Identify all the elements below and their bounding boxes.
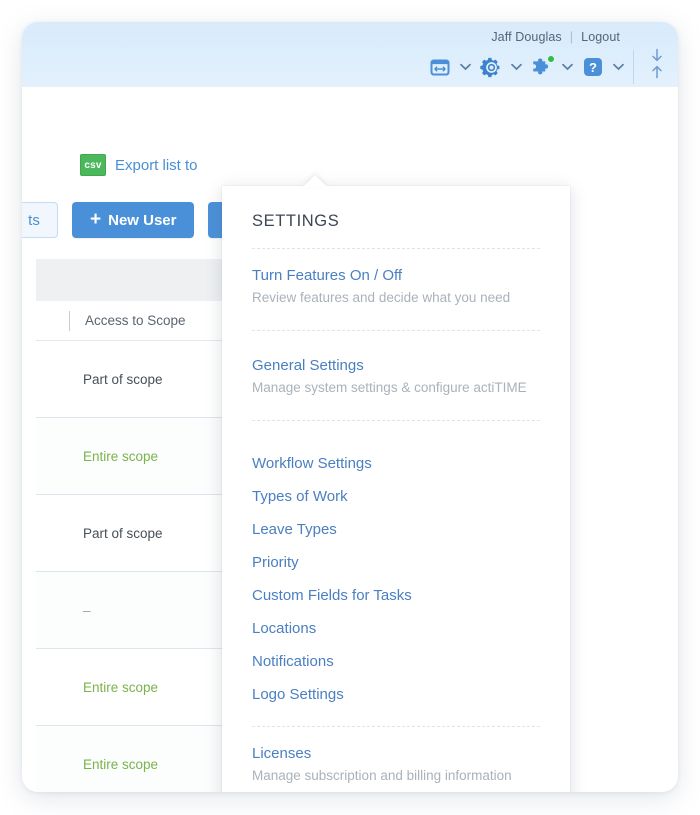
export-list-row[interactable]: csv Export list to (80, 154, 198, 176)
cell-access-to-scope: Entire scope (83, 679, 159, 695)
calendar-icon[interactable] (425, 52, 455, 82)
new-user-button[interactable]: + New User (72, 202, 195, 238)
settings-panel-pointer (303, 175, 327, 187)
settings-link-list: Workflow Settings Types of Work Leave Ty… (252, 447, 412, 711)
gear-icon[interactable] (476, 52, 506, 82)
calendar-icon-group[interactable] (425, 52, 473, 82)
panel-divider (252, 248, 540, 249)
help-icon-group[interactable]: ? (578, 52, 626, 82)
menu-item-types-of-work[interactable]: Types of Work (252, 480, 412, 513)
cell-access-to-scope: Entire scope (83, 448, 159, 464)
turn-features-label[interactable]: Turn Features On / Off (252, 267, 510, 284)
chevron-down-icon[interactable] (457, 54, 473, 80)
arrow-up-icon[interactable] (650, 64, 664, 79)
general-settings-description: Manage system settings & configure actiT… (252, 380, 527, 395)
app-window: Jaff Douglas | Logout ? csv Export list … (22, 22, 678, 792)
licenses-label[interactable]: Licenses (252, 745, 512, 762)
menu-item-notifications[interactable]: Notifications (252, 645, 412, 678)
menu-item-custom-fields[interactable]: Custom Fields for Tasks (252, 579, 412, 612)
settings-panel-title: SETTINGS (252, 212, 340, 230)
column-header-access-to-scope: Access to Scope (85, 313, 186, 328)
puzzle-icon[interactable] (527, 52, 557, 82)
panel-divider (252, 330, 540, 331)
header-user-area: Jaff Douglas | Logout (491, 30, 620, 44)
arrow-down-icon[interactable] (650, 48, 664, 63)
cell-access-to-scope: Entire scope (83, 756, 159, 772)
menu-item-leave-types[interactable]: Leave Types (252, 513, 412, 546)
header-divider (633, 50, 634, 84)
menu-item-priority[interactable]: Priority (252, 546, 412, 579)
menu-item-logo-settings[interactable]: Logo Settings (252, 678, 412, 711)
panel-divider (252, 726, 540, 727)
menu-item-general-settings[interactable]: General Settings Manage system settings … (252, 357, 527, 395)
notification-dot-icon (547, 55, 555, 63)
menu-item-locations[interactable]: Locations (252, 612, 412, 645)
header-separator: | (569, 30, 574, 44)
new-user-button-label: New User (108, 211, 177, 229)
partial-left-button[interactable]: ts (22, 202, 58, 238)
column-separator (69, 310, 70, 331)
menu-item-workflow-settings[interactable]: Workflow Settings (252, 447, 412, 480)
puzzle-icon-group[interactable] (527, 52, 575, 82)
user-name: Jaff Douglas (491, 30, 562, 44)
panel-divider (252, 420, 540, 421)
menu-item-turn-features[interactable]: Turn Features On / Off Review features a… (252, 267, 510, 305)
cell-access-to-scope: – (83, 602, 91, 618)
header-bar: Jaff Douglas | Logout ? (22, 22, 678, 87)
chevron-down-icon[interactable] (610, 54, 626, 80)
page-body: csv Export list to ts + New User Bu Acce… (22, 87, 678, 792)
cell-access-to-scope: Part of scope (83, 371, 163, 387)
settings-dropdown-panel: SETTINGS Turn Features On / Off Review f… (222, 186, 570, 792)
chevron-down-icon[interactable] (508, 54, 524, 80)
licenses-description: Manage subscription and billing informat… (252, 768, 512, 783)
header-icon-row: ? (425, 52, 626, 82)
cell-access-to-scope: Part of scope (83, 525, 163, 541)
csv-icon: csv (80, 154, 106, 176)
chevron-down-icon[interactable] (559, 54, 575, 80)
header-scroll-arrows (650, 48, 664, 79)
plus-icon: + (90, 209, 102, 230)
logout-link[interactable]: Logout (581, 30, 620, 44)
export-list-link[interactable]: Export list to (115, 157, 198, 174)
menu-item-licenses[interactable]: Licenses Manage subscription and billing… (252, 745, 512, 783)
general-settings-label[interactable]: General Settings (252, 357, 527, 374)
gear-icon-group[interactable] (476, 52, 524, 82)
help-icon[interactable]: ? (578, 52, 608, 82)
turn-features-description: Review features and decide what you need (252, 290, 511, 305)
svg-text:?: ? (589, 60, 597, 75)
